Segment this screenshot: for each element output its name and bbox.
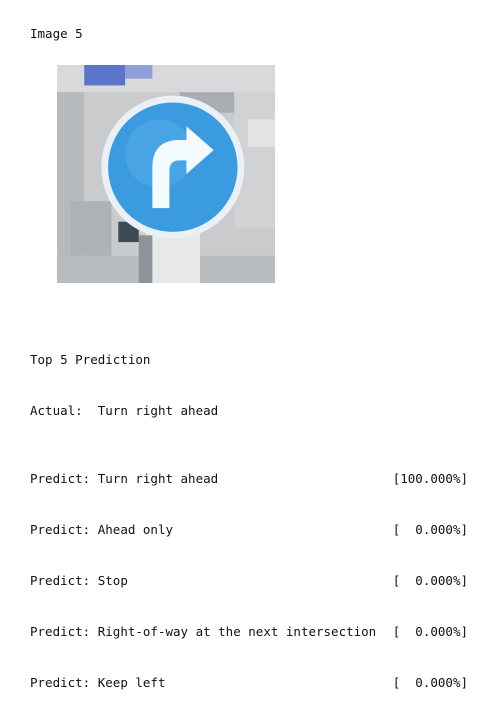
prediction-output: Top 5 Prediction Actual: Turn right ahea… — [30, 317, 490, 708]
prediction-row: Predict: Ahead only [ 0.000%] — [30, 521, 468, 538]
prediction-row: Predict: Keep left [ 0.000%] — [30, 674, 468, 691]
actual-value: Turn right ahead — [97, 403, 219, 418]
output-heading: Top 5 Prediction — [30, 352, 151, 367]
prediction-row: Predict: Stop [ 0.000%] — [30, 572, 468, 589]
predict-label: Predict: — [30, 471, 91, 486]
predict-name: Keep left — [97, 675, 166, 690]
actual-label: Actual: — [30, 403, 83, 418]
predict-label: Predict: — [30, 675, 91, 690]
image-title: Image 5 — [30, 26, 83, 41]
actual-line: Actual: Turn right ahead — [30, 402, 490, 419]
predict-name: Ahead only — [97, 522, 174, 537]
predict-probability: [ 0.000%] — [392, 624, 468, 639]
predict-probability: [ 0.000%] — [392, 573, 468, 588]
traffic-sign-image — [57, 65, 275, 283]
predict-name: Right-of-way at the next intersection — [97, 624, 377, 639]
predict-label: Predict: — [30, 522, 91, 537]
predict-probability: [ 0.000%] — [392, 675, 468, 690]
predict-label: Predict: — [30, 573, 91, 588]
predict-probability: [ 0.000%] — [392, 522, 468, 537]
predict-name: Turn right ahead — [97, 471, 219, 486]
predict-name: Stop — [97, 573, 128, 588]
predict-label: Predict: — [30, 624, 91, 639]
prediction-row: Predict: Right-of-way at the next inters… — [30, 623, 468, 640]
